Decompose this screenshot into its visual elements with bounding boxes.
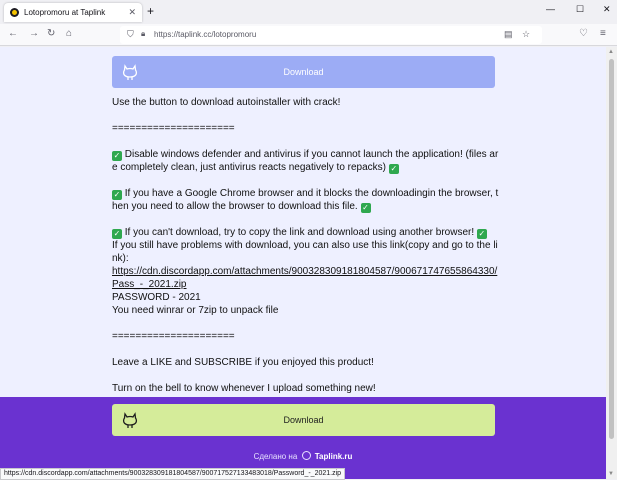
menu-icon[interactable]: ≡ [600, 28, 606, 40]
intro-text: Use the button to download autoinstaller… [112, 97, 341, 108]
github-icon [122, 412, 138, 428]
tab-active[interactable]: Lotopromoru at Taplink ✕ [4, 3, 142, 22]
navigation-toolbar: ← → ↻ ⌂ ⛉ 🔒︎ https://taplink.cc/lotoprom… [0, 24, 617, 46]
url-text[interactable]: https://taplink.cc/lotopromoru [154, 30, 256, 39]
check-icon: ✓ [476, 229, 487, 239]
like-text: Leave a LIKE and SUBSCRIBE if you enjoye… [112, 357, 374, 368]
address-bar[interactable]: ⛉ 🔒︎ https://taplink.cc/lotopromoru ▤ ☆ [120, 26, 542, 44]
unpack-text: You need winrar or 7zip to unpack file [112, 305, 279, 316]
download-button-top[interactable]: Download [112, 56, 495, 88]
scroll-up-arrow-icon[interactable]: ▲ [608, 49, 614, 55]
reload-button[interactable]: ↻ [47, 28, 55, 40]
check-icon: ✓ [112, 190, 122, 200]
bookmark-star-icon[interactable]: ☆ [522, 29, 530, 40]
github-icon [122, 64, 138, 80]
back-button[interactable]: ← [8, 28, 18, 40]
download-button-bottom-label: Download [283, 415, 324, 425]
taplink-logo-icon [301, 451, 311, 460]
password-text: PASSWORD - 2021 [112, 292, 201, 303]
vertical-scrollbar[interactable]: ▲ ▼ [606, 47, 617, 479]
new-tab-button[interactable]: + [147, 4, 154, 18]
forward-button[interactable]: → [29, 28, 39, 40]
status-bar: https://cdn.discordapp.com/attachments/9… [0, 468, 346, 480]
check-icon: ✓ [112, 229, 122, 239]
reader-view-icon[interactable]: ▤ [504, 29, 513, 40]
description-text: Use the button to download autoinstaller… [112, 96, 502, 395]
problems-text: If you still have problems with download… [112, 240, 498, 264]
site-favicon-icon [10, 8, 19, 17]
close-window-button[interactable]: ✕ [603, 4, 611, 15]
bell-text: Turn on the bell to know whenever I uplo… [112, 383, 376, 394]
check-icon: ✓ [112, 151, 122, 161]
check-icon: ✓ [360, 203, 371, 213]
bullet-defender: ✓ Disable windows defender and antivirus… [112, 149, 499, 174]
check-icon: ✓ [388, 164, 399, 174]
maximize-button[interactable]: ☐ [576, 4, 584, 15]
tab-close-icon[interactable]: ✕ [128, 7, 136, 18]
bullet-copy-link: ✓ If you can't download, try to copy the… [112, 227, 487, 239]
lock-icon[interactable]: 🔒︎ [141, 29, 145, 39]
tab-strip: Lotopromoru at Taplink ✕ + — ☐ ✕ [0, 0, 617, 24]
footer-brand[interactable]: Taplink.ru [315, 452, 353, 461]
home-button[interactable]: ⌂ [66, 28, 72, 40]
footer-credit[interactable]: Сделано на Taplink.ru [0, 451, 606, 461]
footer-made-with: Сделано на [253, 452, 298, 461]
separator-line-2: ===================== [112, 331, 235, 342]
tracking-shield-icon[interactable]: ⛉ [127, 29, 134, 40]
minimize-button[interactable]: — [546, 4, 555, 14]
download-link[interactable]: https://cdn.discordapp.com/attachments/9… [112, 265, 502, 291]
tab-title: Lotopromoru at Taplink [24, 8, 106, 17]
download-button-bottom[interactable]: Download [112, 404, 495, 436]
scrollbar-thumb[interactable] [609, 59, 614, 439]
scroll-down-arrow-icon[interactable]: ▼ [608, 471, 614, 477]
bullet-chrome: ✓ If you have a Google Chrome browser an… [112, 188, 499, 213]
download-button-top-label: Download [283, 67, 324, 77]
separator-line: ===================== [112, 123, 235, 134]
pocket-icon[interactable]: ♡ [579, 28, 588, 40]
